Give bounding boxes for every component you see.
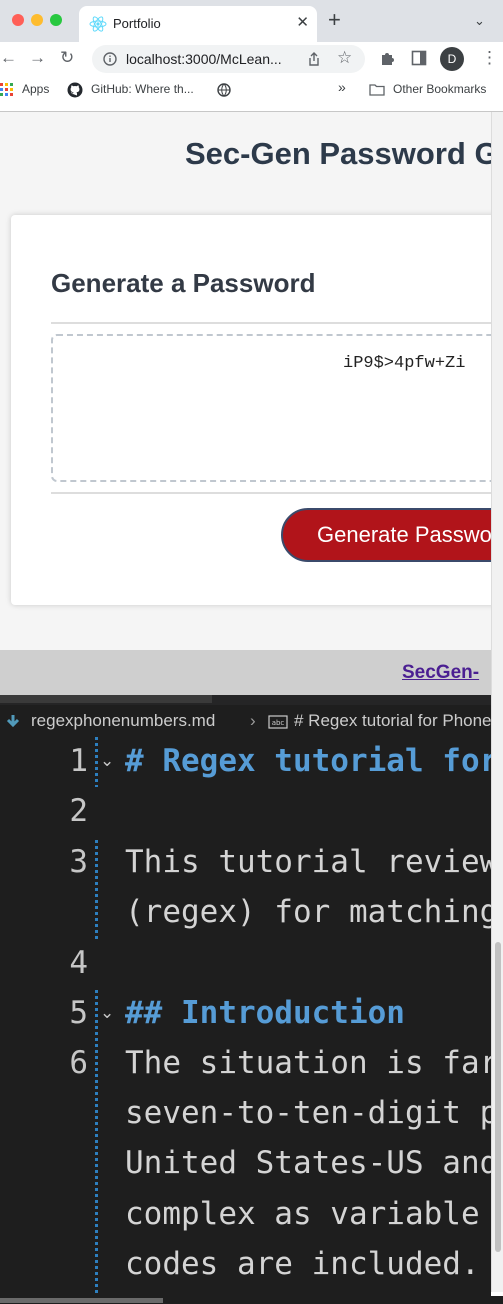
- line-number: 2: [69, 793, 88, 829]
- card-divider-top: [51, 322, 491, 324]
- code-line[interactable]: 3 This tutorial reviews regular expressi…: [0, 838, 491, 888]
- bookmark-github[interactable]: GitHub: Where th...: [91, 82, 194, 96]
- editor-top-strip: [0, 695, 491, 705]
- react-icon: [89, 16, 107, 32]
- code-line-wrap[interactable]: seven-to-ten-digit phone numbers in the: [0, 1089, 491, 1139]
- password-card: Generate a Password iP9$>4pfw+Zi Generat…: [11, 215, 491, 605]
- breadcrumb-file[interactable]: regexphonenumbers.md: [31, 711, 215, 731]
- card-divider-bottom: [51, 492, 491, 494]
- code-line-text: complex as variable length country: [125, 1196, 480, 1232]
- breadcrumb-symbol[interactable]: # Regex tutorial for Phone Numbers: [294, 711, 491, 731]
- url-text: localhost:3000/McLean...: [126, 51, 282, 67]
- password-value: iP9$>4pfw+Zi: [343, 354, 466, 373]
- horizontal-scrollbar-thumb[interactable]: [0, 1298, 163, 1303]
- tab-portfolio[interactable]: Portfolio ✕: [79, 6, 317, 42]
- more-bookmarks-button[interactable]: »: [338, 79, 346, 95]
- fold-chevron-icon[interactable]: ⌄: [100, 751, 114, 771]
- breadcrumb-separator-icon: ›: [250, 711, 256, 730]
- code-line-text: United States-US and it becomes more: [125, 1145, 491, 1181]
- folder-icon: [369, 84, 385, 96]
- password-textarea[interactable]: iP9$>4pfw+Zi: [51, 334, 491, 482]
- apps-grid-icon: [0, 83, 13, 96]
- fold-chevron-icon[interactable]: ⌄: [100, 1003, 114, 1023]
- code-line[interactable]: 5 ⌄ ## Introduction: [0, 989, 491, 1039]
- bookmarks-bar: Apps GitHub: Where th... » Other Bookmar…: [0, 76, 503, 104]
- generate-password-button[interactable]: Generate Password: [281, 508, 491, 562]
- vertical-scrollbar-thumb[interactable]: [495, 942, 501, 1252]
- editor-horizontal-indicator: [0, 695, 212, 703]
- chrome-divider: [0, 104, 503, 112]
- code-line-text: This tutorial reviews regular expression…: [125, 844, 491, 880]
- code-line-text: ## Introduction: [125, 995, 405, 1031]
- reload-icon[interactable]: ↻: [60, 49, 74, 67]
- webpage: Sec-Gen Password Generator Generate a Pa…: [0, 112, 491, 650]
- bookmark-other-bookmarks[interactable]: Other Bookmarks: [393, 82, 486, 96]
- markdown-file-icon: [6, 715, 20, 728]
- footer-link[interactable]: SecGen-: [402, 662, 479, 684]
- tab-title: Portfolio: [113, 16, 161, 31]
- code-line-text: The situation is far from simple for the: [125, 1045, 491, 1081]
- string-symbol-icon: abc: [268, 715, 288, 729]
- globe-icon[interactable]: [217, 83, 231, 97]
- address-bar[interactable]: localhost:3000/McLean... ☆: [92, 45, 365, 73]
- side-panel-icon[interactable]: [411, 50, 427, 66]
- code-line-wrap[interactable]: complex as variable length country: [0, 1190, 491, 1240]
- line-number: 6: [69, 1045, 88, 1081]
- line-number: 1: [69, 743, 88, 779]
- bookmark-apps[interactable]: Apps: [22, 82, 49, 96]
- code-line-wrap[interactable]: (regex) for matching phone numbers: [0, 888, 491, 938]
- code-line[interactable]: 2: [0, 787, 491, 837]
- browser-toolbar: ← → ↻ localhost:3000/McLean... ☆ ⋮: [0, 42, 503, 76]
- code-line-wrap[interactable]: United States-US and it becomes more: [0, 1139, 491, 1189]
- page-footer: SecGen-: [0, 650, 491, 695]
- code-line[interactable]: 1 ⌄ # Regex tutorial for Phone Numbers: [0, 737, 491, 787]
- site-info-icon[interactable]: [103, 52, 117, 66]
- bookmark-star-icon[interactable]: ☆: [337, 48, 352, 68]
- horizontal-scrollbar[interactable]: [0, 1296, 503, 1304]
- code-line[interactable]: 4: [0, 939, 491, 989]
- card-title: Generate a Password: [51, 268, 316, 298]
- breadcrumb: regexphonenumbers.md › abc # Regex tutor…: [0, 705, 491, 737]
- line-number: 4: [69, 945, 88, 981]
- line-number: 3: [69, 844, 88, 880]
- code-editor: regexphonenumbers.md › abc # Regex tutor…: [0, 695, 491, 1304]
- code-line-text: (regex) for matching phone numbers: [125, 894, 491, 930]
- line-number: 5: [69, 995, 88, 1031]
- tab-search-button[interactable]: ⌄: [474, 13, 485, 29]
- profile-avatar[interactable]: D: [440, 47, 464, 71]
- page-title: Sec-Gen Password Generator: [185, 136, 491, 171]
- close-tab-icon[interactable]: ✕: [296, 13, 309, 31]
- browser-menu-icon[interactable]: ⋮: [481, 48, 498, 68]
- share-icon[interactable]: [307, 52, 321, 67]
- github-icon: [67, 82, 83, 98]
- close-window-button[interactable]: [12, 14, 24, 26]
- code-line-text: codes are included.: [125, 1246, 480, 1282]
- extensions-icon[interactable]: [379, 50, 396, 67]
- code-line[interactable]: 6 The situation is far from simple for t…: [0, 1039, 491, 1089]
- code-line-text: seven-to-ten-digit phone numbers in the: [125, 1095, 491, 1131]
- back-arrow-icon[interactable]: ←: [0, 49, 17, 67]
- minimize-window-button[interactable]: [31, 14, 43, 26]
- new-tab-button[interactable]: +: [328, 9, 341, 31]
- code-line-wrap[interactable]: codes are included.: [0, 1240, 491, 1290]
- code-line-text: # Regex tutorial for Phone Numbers: [125, 743, 491, 779]
- forward-arrow-icon[interactable]: →: [29, 49, 46, 67]
- svg-text:abc: abc: [272, 719, 285, 727]
- zoom-window-button[interactable]: [50, 14, 62, 26]
- browser-titlebar: Portfolio ✕ + ⌄: [0, 0, 503, 42]
- vertical-scrollbar[interactable]: [491, 112, 503, 1292]
